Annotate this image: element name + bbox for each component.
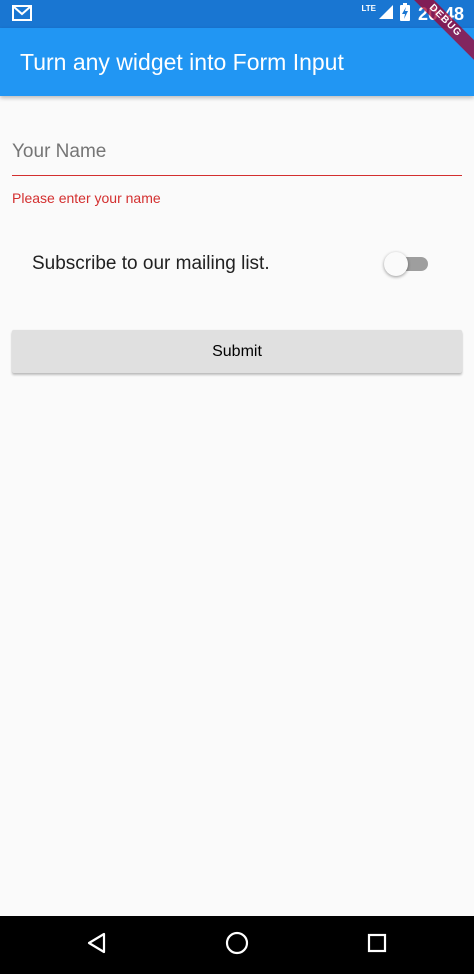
status-icons: LTE 20:48	[361, 2, 464, 26]
app-bar: Turn any widget into Form Input	[0, 28, 474, 96]
recent-apps-icon	[367, 933, 387, 958]
submit-button[interactable]: Submit	[12, 330, 462, 373]
switch-thumb	[384, 252, 408, 276]
page-title: Turn any widget into Form Input	[20, 49, 344, 75]
subscribe-switch[interactable]	[384, 250, 430, 278]
network-type-label: LTE	[361, 3, 376, 13]
status-time: 20:48	[417, 3, 464, 24]
name-field-container	[12, 120, 462, 182]
signal-icon	[378, 4, 394, 25]
name-input[interactable]	[12, 128, 462, 176]
status-bar: LTE 20:48	[0, 0, 474, 28]
home-icon	[225, 931, 249, 960]
recent-apps-button[interactable]	[337, 916, 417, 974]
home-button[interactable]	[197, 916, 277, 974]
name-error-text: Please enter your name	[12, 190, 161, 206]
subscribe-row: Subscribe to our mailing list.	[12, 236, 462, 292]
subscribe-label: Subscribe to our mailing list.	[32, 253, 270, 274]
battery-charging-icon	[399, 2, 410, 26]
back-button[interactable]	[57, 916, 137, 974]
navigation-bar	[0, 916, 474, 974]
back-icon	[86, 932, 108, 959]
gmail-icon	[12, 5, 32, 21]
